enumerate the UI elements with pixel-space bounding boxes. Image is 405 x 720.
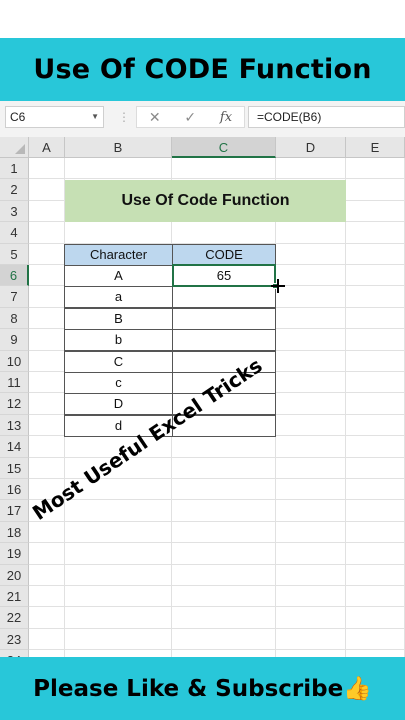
character-cell[interactable]: a bbox=[64, 286, 173, 309]
select-all-icon bbox=[15, 144, 25, 154]
subscribe-text: Please Like & Subscribe👍 bbox=[33, 676, 372, 702]
row-header-1[interactable]: 1 bbox=[0, 158, 29, 180]
row-header-4[interactable]: 4 bbox=[0, 222, 29, 244]
row-header-7[interactable]: 7 bbox=[0, 286, 29, 308]
bottom-banner: Please Like & Subscribe👍 bbox=[0, 657, 405, 720]
row-gridline bbox=[29, 499, 405, 501]
row-header-23[interactable]: 23 bbox=[0, 628, 29, 651]
grip-dots-icon: ⋮ bbox=[118, 110, 130, 124]
top-banner: Use Of CODE Function bbox=[0, 38, 405, 101]
row-header-17[interactable]: 17 bbox=[0, 500, 29, 522]
row-header-2[interactable]: 2 bbox=[0, 179, 29, 201]
row-header-5[interactable]: 5 bbox=[0, 243, 29, 265]
row-header-13[interactable]: 13 bbox=[0, 414, 29, 437]
chevron-down-icon[interactable]: ▼ bbox=[91, 107, 99, 127]
formula-buttons: ✕ ✓ fx bbox=[136, 106, 245, 128]
character-cell[interactable]: c bbox=[64, 372, 173, 394]
row-header-15[interactable]: 15 bbox=[0, 457, 29, 479]
column-header-b[interactable]: B bbox=[65, 137, 172, 158]
row-header-19[interactable]: 19 bbox=[0, 543, 29, 565]
table-header-cell[interactable]: CODE bbox=[172, 243, 276, 266]
formula-input[interactable]: =CODE(B6) bbox=[248, 106, 405, 128]
column-header-d[interactable]: D bbox=[276, 137, 346, 158]
row-header-22[interactable]: 22 bbox=[0, 607, 29, 629]
table-header-cell[interactable]: Character bbox=[64, 243, 173, 266]
column-gridline bbox=[345, 158, 346, 657]
row-gridline bbox=[29, 456, 405, 458]
name-box-value: C6 bbox=[10, 110, 26, 124]
column-header-e[interactable]: E bbox=[346, 137, 405, 158]
row-header-14[interactable]: 14 bbox=[0, 436, 29, 458]
row-header-3[interactable]: 3 bbox=[0, 200, 29, 223]
character-cell[interactable]: D bbox=[64, 393, 173, 416]
character-cell[interactable]: C bbox=[64, 350, 173, 373]
row-header-16[interactable]: 16 bbox=[0, 479, 29, 501]
row-header-6[interactable]: 6 bbox=[0, 265, 29, 287]
row-header-24[interactable]: 24 bbox=[0, 650, 29, 657]
name-box[interactable]: C6 ▼ bbox=[5, 106, 104, 128]
row-header-12[interactable]: 12 bbox=[0, 393, 29, 415]
formula-bar: C6 ▼ ⋮ ✕ ✓ fx =CODE(B6) bbox=[0, 101, 405, 137]
row-header-20[interactable]: 20 bbox=[0, 564, 29, 586]
character-cell[interactable]: b bbox=[64, 329, 173, 352]
row-header-8[interactable]: 8 bbox=[0, 307, 29, 330]
row-gridline bbox=[29, 542, 405, 544]
column-header-a[interactable]: A bbox=[29, 137, 65, 158]
character-cell[interactable]: B bbox=[64, 307, 173, 330]
code-cell[interactable] bbox=[172, 307, 276, 330]
row-gridline bbox=[29, 649, 405, 651]
enter-icon[interactable]: ✓ bbox=[184, 109, 196, 126]
active-cell-border[interactable] bbox=[172, 264, 276, 287]
row-header-21[interactable]: 21 bbox=[0, 586, 29, 608]
row-gridline bbox=[29, 585, 405, 586]
row-header-11[interactable]: 11 bbox=[0, 372, 29, 394]
sheet-title-cell[interactable]: Use Of Code Function bbox=[65, 180, 346, 222]
banner-title: Use Of CODE Function bbox=[33, 54, 372, 85]
row-gridline bbox=[29, 563, 405, 565]
row-gridline bbox=[29, 520, 405, 522]
row-gridline bbox=[29, 606, 405, 608]
column-header-c[interactable]: C bbox=[172, 137, 276, 158]
row-header-10[interactable]: 10 bbox=[0, 350, 29, 372]
row-gridline bbox=[29, 627, 405, 629]
code-cell[interactable] bbox=[172, 286, 276, 309]
character-cell[interactable]: A bbox=[64, 265, 173, 287]
row-header-9[interactable]: 9 bbox=[0, 329, 29, 351]
cancel-icon[interactable]: ✕ bbox=[149, 109, 161, 126]
row-header-18[interactable]: 18 bbox=[0, 521, 29, 544]
sheet-title-text: Use Of Code Function bbox=[121, 192, 290, 209]
insert-function-icon[interactable]: fx bbox=[220, 110, 232, 125]
cursor-crosshair-icon bbox=[271, 279, 285, 293]
select-all-button[interactable] bbox=[0, 137, 29, 158]
